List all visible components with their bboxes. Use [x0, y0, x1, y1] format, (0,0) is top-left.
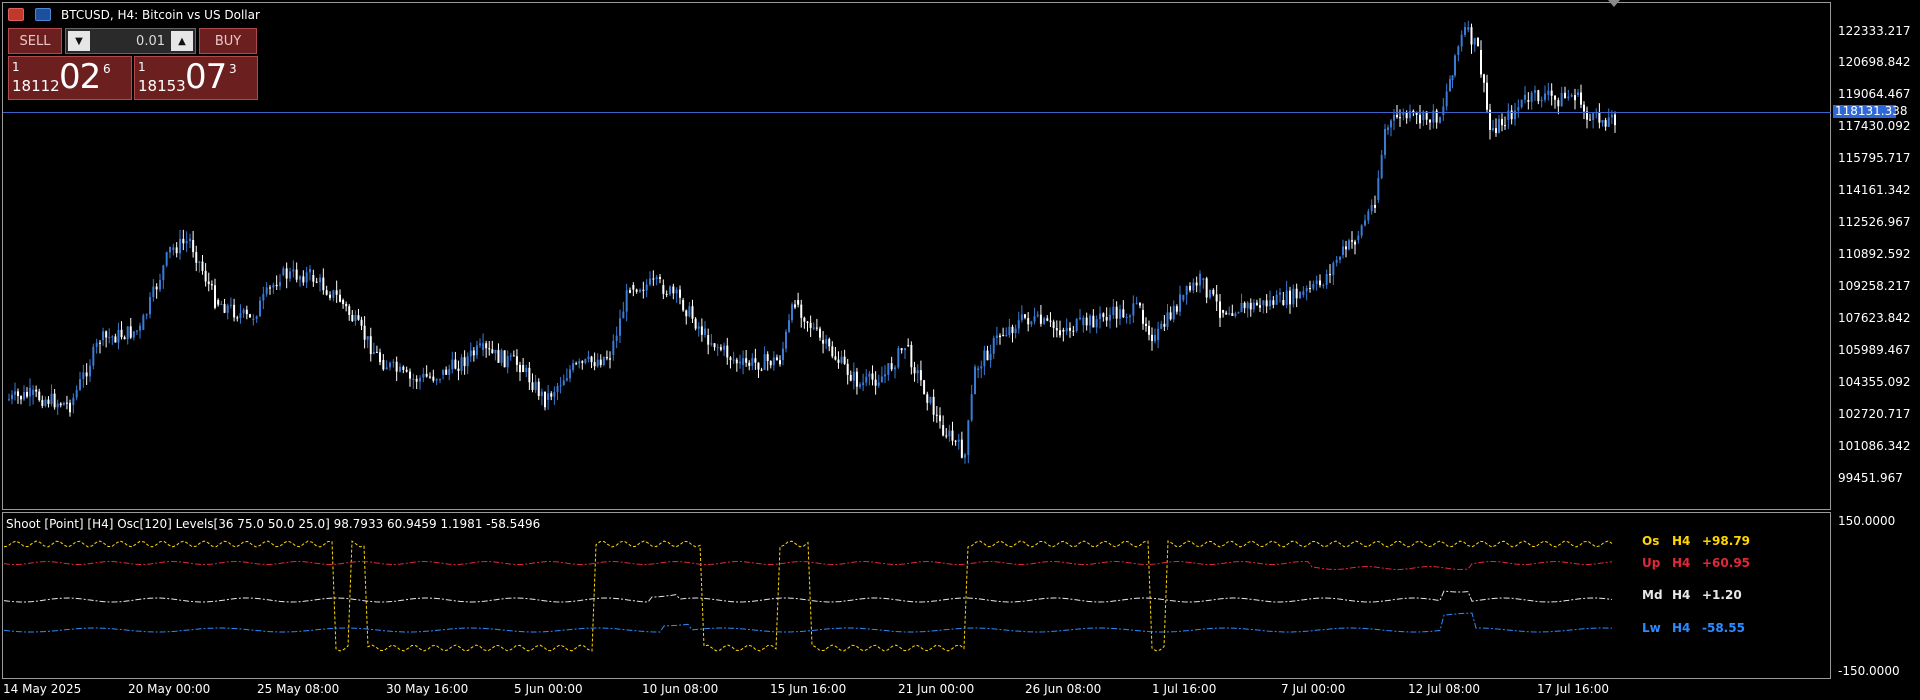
buy-price-pips: 07 [185, 57, 227, 97]
buy-button[interactable]: BUY [199, 28, 257, 54]
legend-value: -58.55 [1702, 621, 1745, 635]
oscillator-lines [3, 540, 1613, 652]
sell-button[interactable]: SELL [8, 28, 62, 54]
price-axis-label: 120698.842 [1838, 55, 1911, 69]
current-price-label: 118131.338 [1833, 104, 1908, 118]
buy-price-button[interactable]: 1 18153 07 3 [134, 56, 258, 100]
lot-decrease-button[interactable]: ▼ [68, 31, 90, 51]
price-axis-label: 102720.717 [1838, 407, 1911, 421]
oscillator-axis-max: 150.0000 [1838, 514, 1896, 528]
time-axis-label: 10 Jun 08:00 [642, 682, 719, 696]
sell-price-one: 1 [12, 60, 20, 74]
price-axis-label: 110892.592 [1838, 247, 1911, 261]
time-axis-label: 17 Jul 16:00 [1537, 682, 1609, 696]
time-axis-label: 12 Jul 08:00 [1408, 682, 1480, 696]
buy-price-point: 3 [229, 62, 237, 76]
legend-value: +98.79 [1702, 534, 1751, 548]
price-axis-label: 109258.217 [1838, 279, 1911, 293]
lot-size-input[interactable] [94, 31, 169, 51]
lot-increase-button[interactable]: ▲ [171, 31, 193, 51]
legend-name: Lw [1642, 621, 1661, 635]
chart-title: BTCUSD, H4: Bitcoin vs US Dollar [61, 8, 260, 22]
oscillator-line-lw [3, 612, 1613, 633]
legend-timeframe: H4 [1672, 588, 1691, 602]
price-axis-label: 104355.092 [1838, 375, 1911, 389]
time-axis-label: 21 Jun 00:00 [898, 682, 975, 696]
price-axis-label: 107623.842 [1838, 311, 1911, 325]
time-axis-label: 25 May 08:00 [257, 682, 340, 696]
sell-price-prefix: 18112 [12, 77, 60, 95]
legend-name: Md [1642, 588, 1663, 602]
oscillator-legend-lw: Lw H4 -58.55 [1642, 621, 1745, 635]
price-axis-label: 117430.092 [1838, 119, 1911, 133]
time-axis-label: 26 Jun 08:00 [1025, 682, 1102, 696]
lot-size-stepper: ▼ ▲ [65, 28, 196, 54]
price-axis-label: 105989.467 [1838, 343, 1911, 357]
oscillator-header: Shoot [Point] [H4] Osc[120] Levels[36 75… [6, 517, 541, 531]
price-axis-label: 99451.967 [1838, 471, 1903, 485]
chart-shift-marker[interactable] [1608, 0, 1620, 7]
price-axis-label: 101086.342 [1838, 439, 1911, 453]
legend-timeframe: H4 [1672, 556, 1691, 570]
current-price-line [3, 112, 1831, 113]
legend-value: +60.95 [1702, 556, 1751, 570]
time-axis-label: 5 Jun 00:00 [514, 682, 583, 696]
oscillator-line-up [3, 560, 1613, 571]
price-axis-label: 122333.217 [1838, 24, 1911, 38]
time-axis-label: 14 May 2025 [3, 682, 82, 696]
price-axis-label: 119064.467 [1838, 87, 1911, 101]
sell-price-button[interactable]: 1 18112 02 6 [8, 56, 132, 100]
price-axis-label: 112526.967 [1838, 215, 1911, 229]
time-axis-label: 15 Jun 16:00 [770, 682, 847, 696]
price-axis-label: 114161.342 [1838, 183, 1911, 197]
oscillator-line-os [3, 540, 1613, 652]
time-axis-label: 20 May 00:00 [128, 682, 211, 696]
price-axis-label: 115795.717 [1838, 151, 1911, 165]
time-axis-label: 7 Jul 00:00 [1281, 682, 1346, 696]
legend-timeframe: H4 [1672, 534, 1691, 548]
buy-price-one: 1 [138, 60, 146, 74]
oscillator-legend-up: Up H4 +60.95 [1642, 556, 1750, 570]
time-axis-label: 30 May 16:00 [386, 682, 469, 696]
legend-name: Os [1642, 534, 1660, 548]
legend-timeframe: H4 [1672, 621, 1691, 635]
sell-price-point: 6 [103, 62, 111, 76]
one-click-trading-icon[interactable] [8, 8, 24, 21]
legend-name: Up [1642, 556, 1661, 570]
buy-price-prefix: 18153 [138, 77, 186, 95]
oscillator-legend-md: Md H4 +1.20 [1642, 588, 1742, 602]
oscillator-line-md [3, 590, 1613, 603]
chart-type-icon[interactable] [35, 8, 51, 21]
time-axis-label: 1 Jul 16:00 [1152, 682, 1217, 696]
oscillator-axis-min: -150.0000 [1838, 664, 1900, 678]
legend-value: +1.20 [1702, 588, 1742, 602]
chart-window: BTCUSD, H4: Bitcoin vs US Dollar SELL ▼ … [0, 0, 1920, 700]
sell-price-pips: 02 [59, 57, 101, 97]
oscillator-legend-os: Os H4 +98.79 [1642, 534, 1750, 548]
